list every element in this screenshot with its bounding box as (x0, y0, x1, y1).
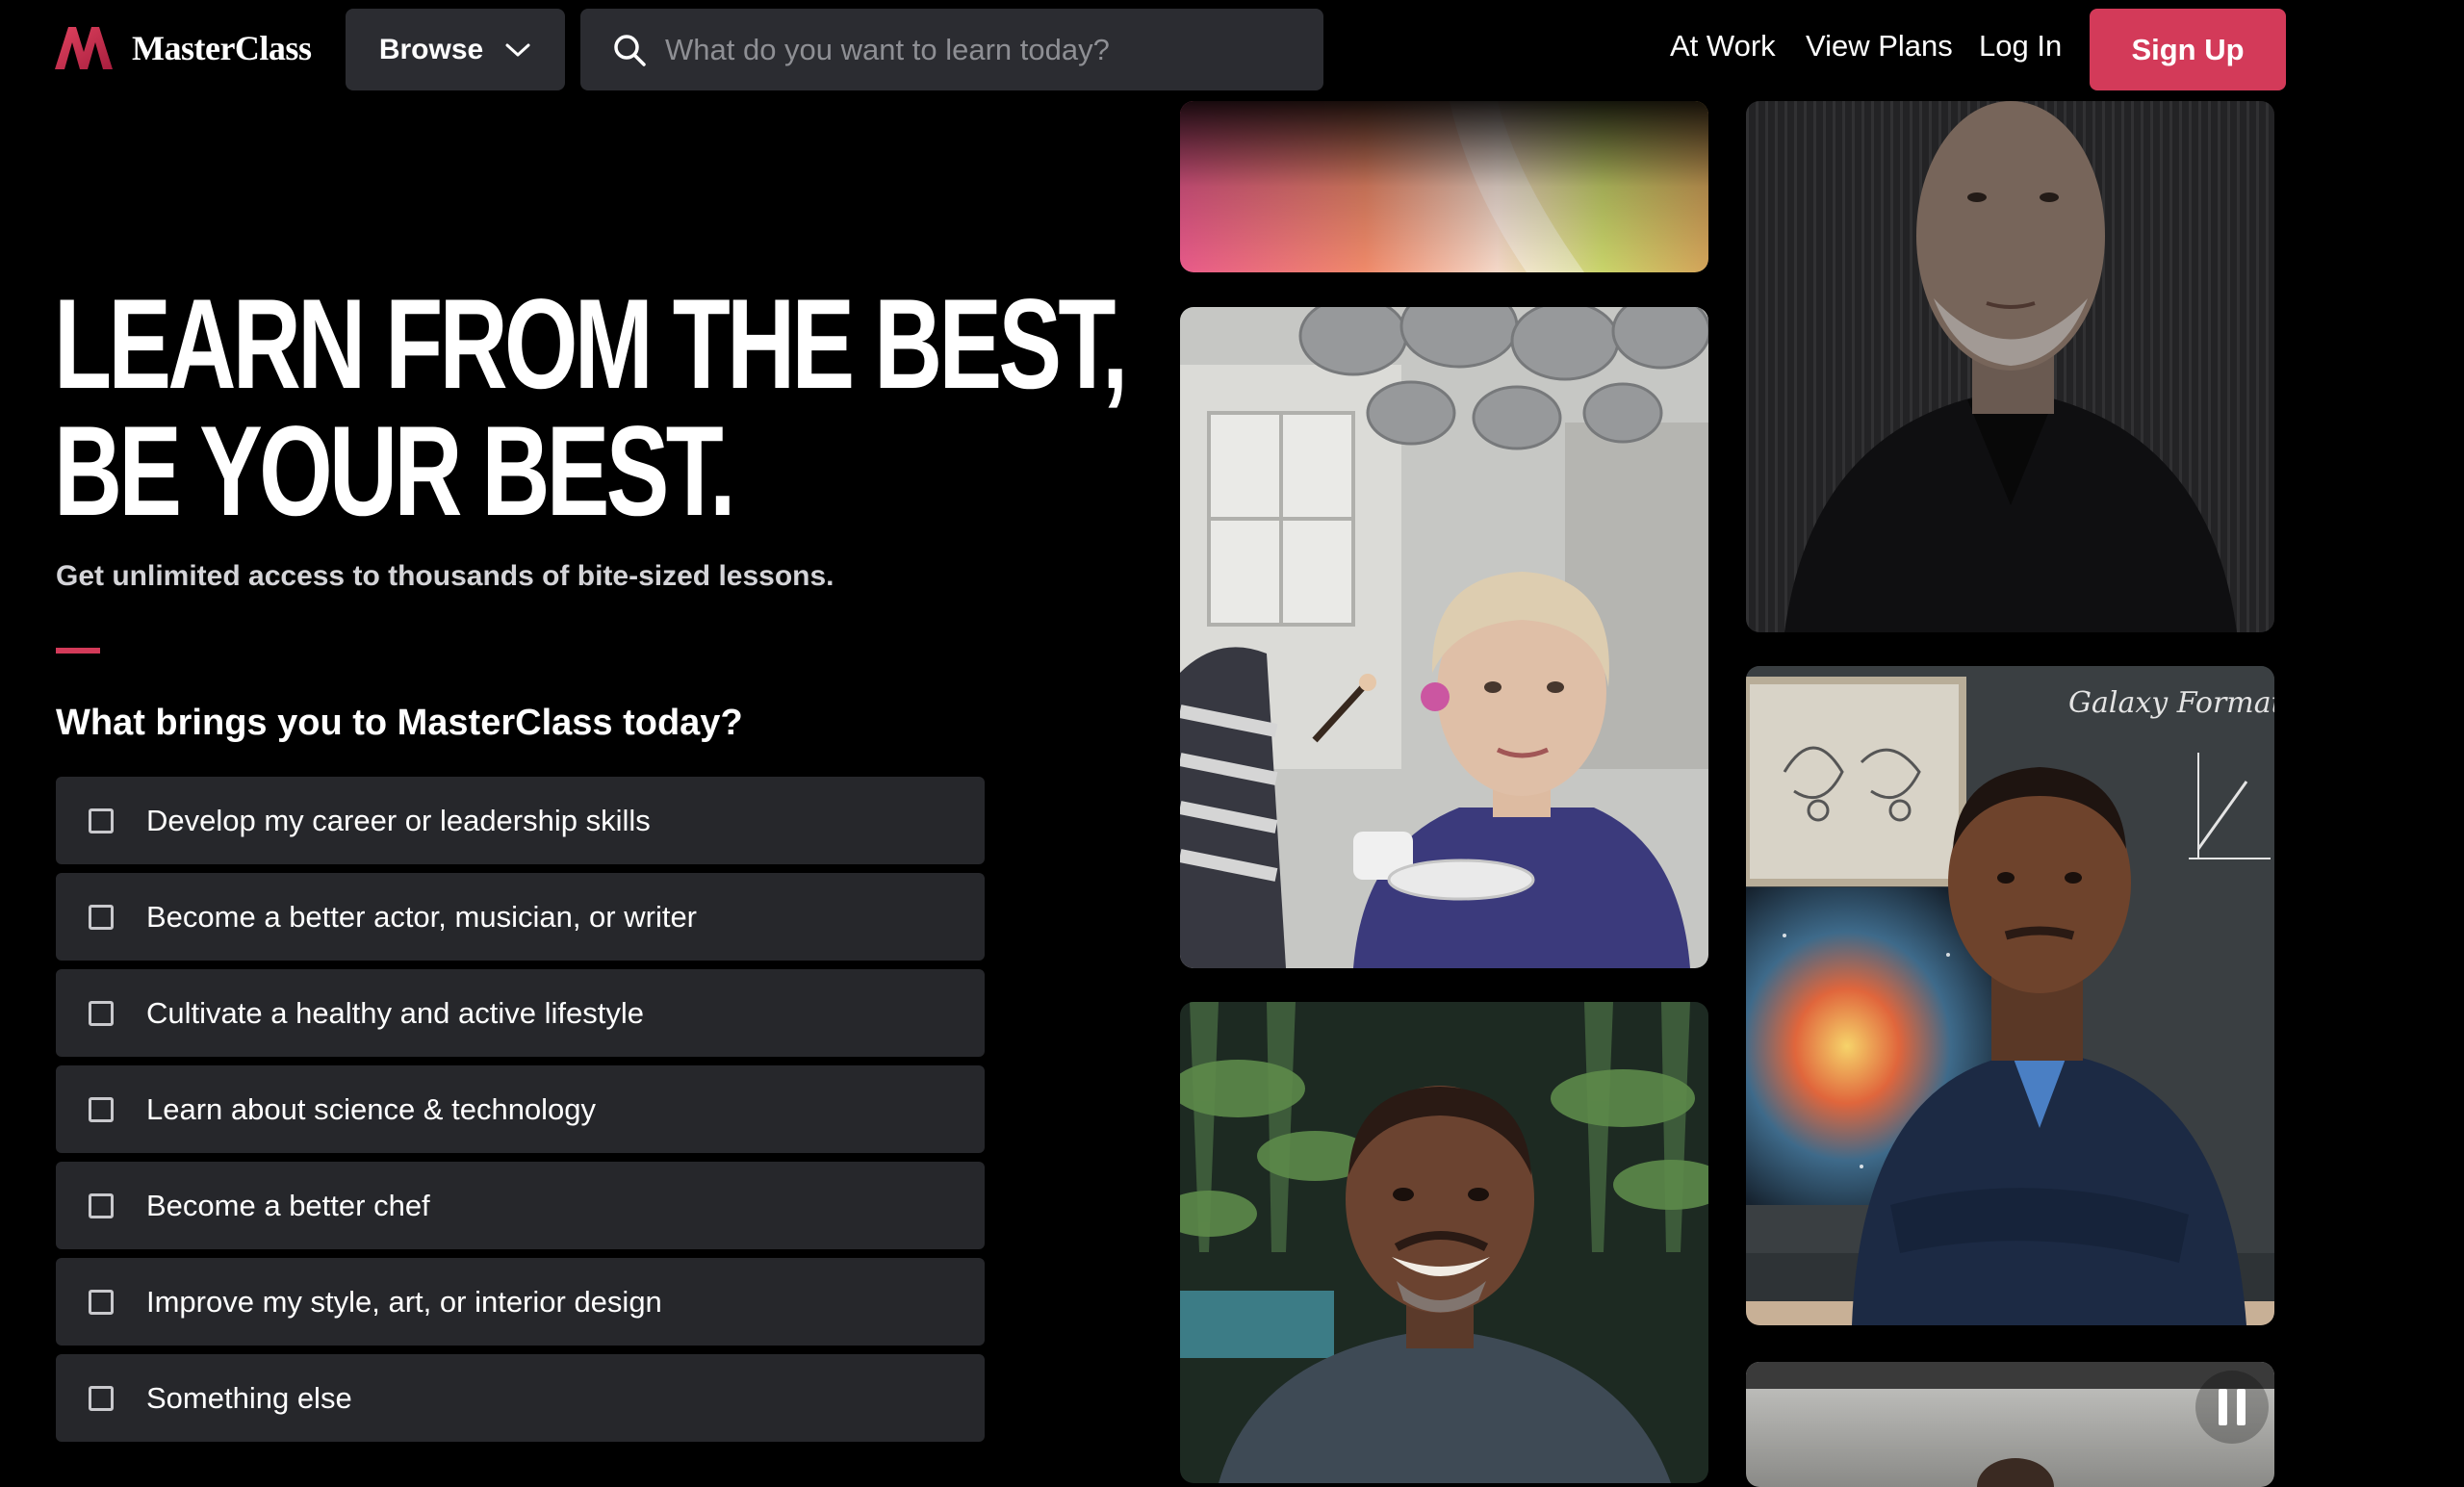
goal-option-label: Become a better chef (146, 1188, 430, 1222)
goal-option[interactable]: Become a better chef (56, 1162, 985, 1249)
checkbox-icon[interactable] (89, 808, 114, 833)
browse-button[interactable]: Browse (346, 9, 565, 90)
kitchen-instructor-photo (1180, 307, 1708, 968)
pause-button[interactable] (2195, 1371, 2269, 1444)
accent-divider (56, 648, 100, 654)
at-work-link[interactable]: At Work (1670, 29, 1776, 64)
checkbox-icon[interactable] (89, 1385, 114, 1411)
goal-option[interactable]: Cultivate a healthy and active lifestyle (56, 969, 985, 1057)
hero-headline: LEARN FROM THE BEST, BE YOUR BEST. (54, 273, 1128, 543)
smiling-instructor-photo (1180, 1002, 1708, 1483)
goal-option-label: Improve my style, art, or interior desig… (146, 1284, 662, 1319)
pause-icon (2219, 1389, 2227, 1425)
headline-line-1: LEARN FROM THE BEST, (54, 273, 1128, 416)
partial-video-frame (1746, 1362, 2274, 1487)
goal-option[interactable]: Learn about science & technology (56, 1065, 985, 1153)
goal-option-label: Cultivate a healthy and active lifestyle (146, 995, 644, 1030)
goal-option[interactable]: Develop my career or leadership skills (56, 777, 985, 864)
goal-option[interactable]: Something else (56, 1354, 985, 1442)
search-input[interactable] (663, 31, 1283, 68)
instructor-portrait-dark (1746, 101, 2274, 632)
search-icon (614, 34, 646, 66)
checkbox-icon[interactable] (89, 904, 114, 930)
checkbox-icon[interactable] (89, 1000, 114, 1026)
checkbox-icon[interactable] (89, 1289, 114, 1315)
dark-portrait-tile[interactable] (1746, 101, 2274, 632)
search-bar[interactable] (580, 9, 1323, 90)
kitchen-instructor-tile[interactable] (1180, 307, 1708, 968)
goal-option-label: Learn about science & technology (146, 1091, 597, 1126)
top-nav: MasterClass Browse At Work View Plans Lo… (0, 0, 2464, 101)
goal-option[interactable]: Become a better actor, musician, or writ… (56, 873, 985, 961)
sign-up-button[interactable]: Sign Up (2090, 9, 2286, 90)
goal-options-list: Develop my career or leadership skills B… (56, 777, 985, 1450)
hero-subheadline: Get unlimited access to thousands of bit… (56, 560, 834, 592)
goal-option-label: Become a better actor, musician, or writ… (146, 899, 698, 934)
goal-option-label: Develop my career or leadership skills (146, 803, 651, 837)
goal-option[interactable]: Improve my style, art, or interior desig… (56, 1258, 985, 1346)
smiling-instructor-tile[interactable] (1180, 1002, 1708, 1483)
browse-label: Browse (378, 33, 484, 65)
goal-question: What brings you to MasterClass today? (56, 703, 743, 743)
chalkboard-text: Galaxy Formation (2068, 686, 2274, 720)
view-plans-link[interactable]: View Plans (1806, 29, 1953, 64)
pause-icon (2237, 1389, 2246, 1425)
partial-video-tile[interactable] (1746, 1362, 2274, 1487)
gradient-artwork-image (1180, 101, 1708, 272)
chevron-down-icon (505, 43, 530, 56)
logo-wordmark: MasterClass (132, 29, 312, 67)
checkbox-icon[interactable] (89, 1096, 114, 1122)
headline-line-2: BE YOUR BEST. (54, 400, 736, 543)
masterclass-logo[interactable]: MasterClass (55, 27, 312, 69)
science-instructor-photo: Galaxy Formation (1746, 666, 2274, 1325)
masterclass-logo-icon (55, 27, 113, 69)
science-instructor-tile[interactable]: Galaxy Formation (1746, 666, 2274, 1325)
gradient-artwork-tile (1180, 101, 1708, 272)
log-in-link[interactable]: Log In (1979, 29, 2062, 64)
checkbox-icon[interactable] (89, 1192, 114, 1218)
goal-option-label: Something else (146, 1380, 352, 1415)
